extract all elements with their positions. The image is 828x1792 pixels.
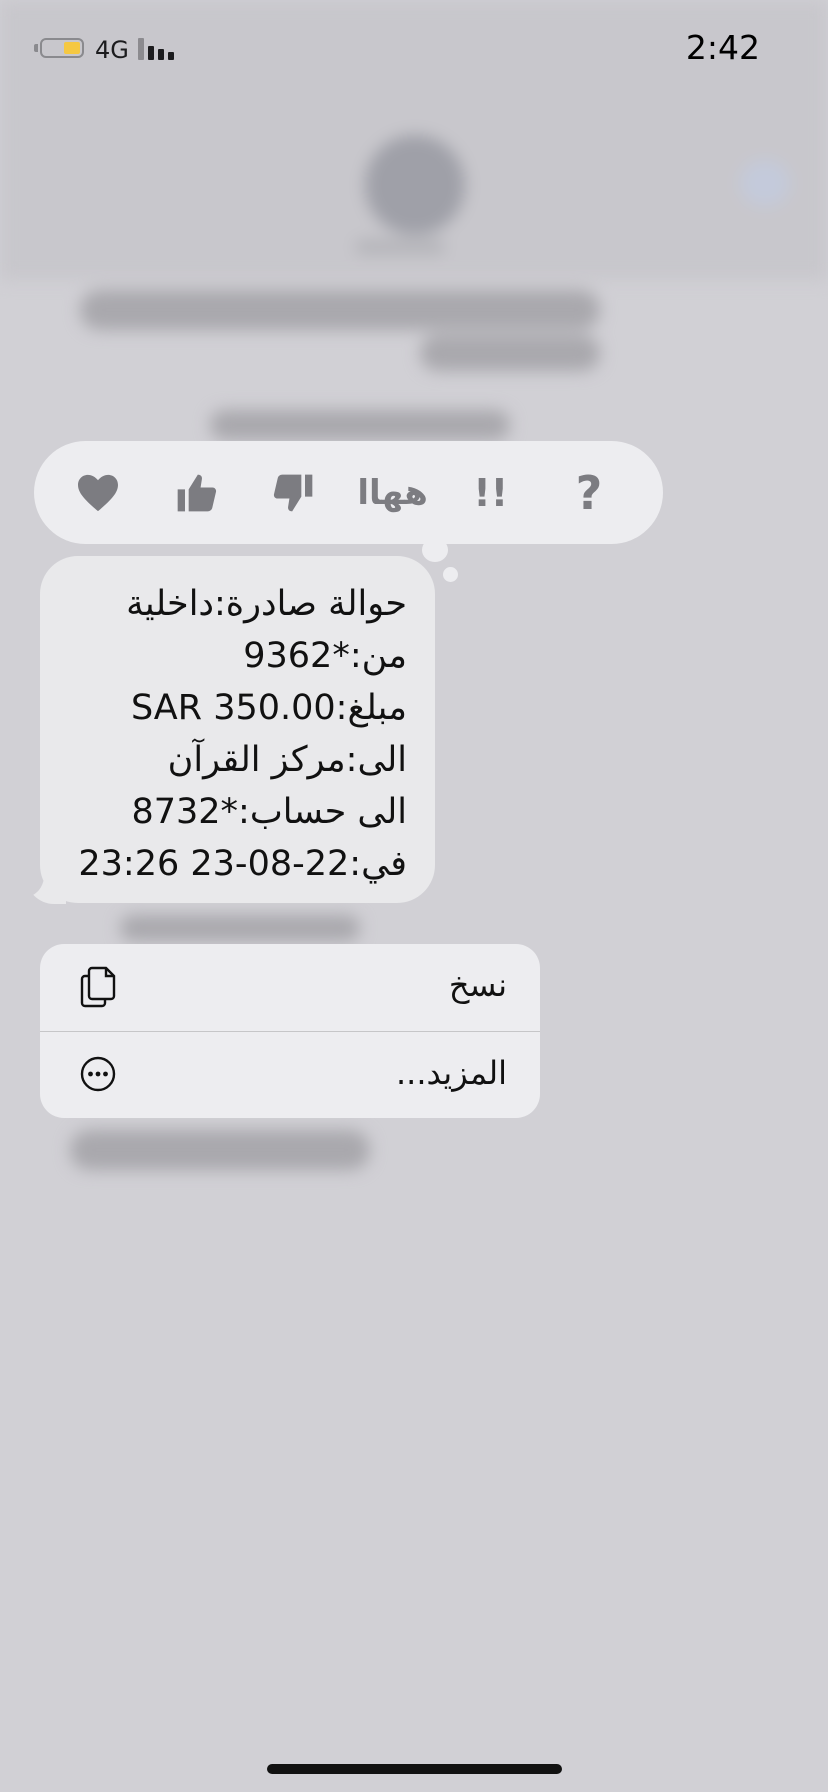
avatar bbox=[365, 135, 465, 235]
battery-level bbox=[64, 42, 80, 54]
more-label: المزيد... bbox=[395, 1054, 507, 1092]
copy-label: نسخ bbox=[448, 966, 507, 1004]
video-call-icon bbox=[740, 160, 790, 206]
heart-icon[interactable] bbox=[62, 457, 134, 529]
status-bar: 4G 2:42 bbox=[0, 0, 828, 100]
bg-message bbox=[120, 915, 360, 941]
more-icon bbox=[80, 1056, 116, 1092]
battery-nub bbox=[34, 44, 38, 52]
tapback-reaction-bar: ههاا !! ? bbox=[34, 441, 663, 544]
reaction-bar-tail bbox=[443, 567, 458, 582]
bg-message bbox=[210, 410, 510, 440]
network-type: 4G bbox=[95, 36, 129, 64]
thumbs-down-icon[interactable] bbox=[258, 457, 330, 529]
question-reaction[interactable]: ? bbox=[553, 457, 625, 529]
bg-message bbox=[80, 290, 600, 330]
exclamation-reaction[interactable]: !! bbox=[455, 457, 527, 529]
reaction-bar-tail bbox=[422, 538, 448, 562]
copy-icon bbox=[80, 966, 116, 1008]
message-line: حوالة صادرة:داخلية bbox=[126, 584, 407, 624]
context-menu: نسخ المزيد... bbox=[40, 944, 540, 1118]
message-line: من:*9362 bbox=[243, 636, 407, 676]
bg-message bbox=[70, 1130, 370, 1170]
message-line: الى:مركز القرآن bbox=[167, 740, 407, 780]
home-indicator[interactable] bbox=[267, 1764, 562, 1774]
thumbs-up-icon[interactable] bbox=[160, 457, 232, 529]
signal-icon bbox=[138, 38, 178, 60]
haha-reaction[interactable]: ههاا bbox=[357, 457, 429, 529]
clock: 2:42 bbox=[685, 28, 760, 67]
contact-name-blur bbox=[355, 240, 445, 254]
message-line: مبلغ:SAR 350.00 bbox=[130, 688, 407, 728]
copy-menu-item[interactable]: نسخ bbox=[40, 944, 540, 1031]
message-line: في:22-08-23 23:26 bbox=[78, 844, 407, 884]
message-bubble[interactable]: حوالة صادرة:داخلية من:*9362 مبلغ:SAR 350… bbox=[40, 556, 435, 903]
message-line: الى حساب:*8732 bbox=[131, 792, 407, 832]
more-menu-item[interactable]: المزيد... bbox=[40, 1031, 540, 1118]
battery-icon bbox=[40, 38, 84, 58]
bg-message bbox=[420, 335, 600, 371]
